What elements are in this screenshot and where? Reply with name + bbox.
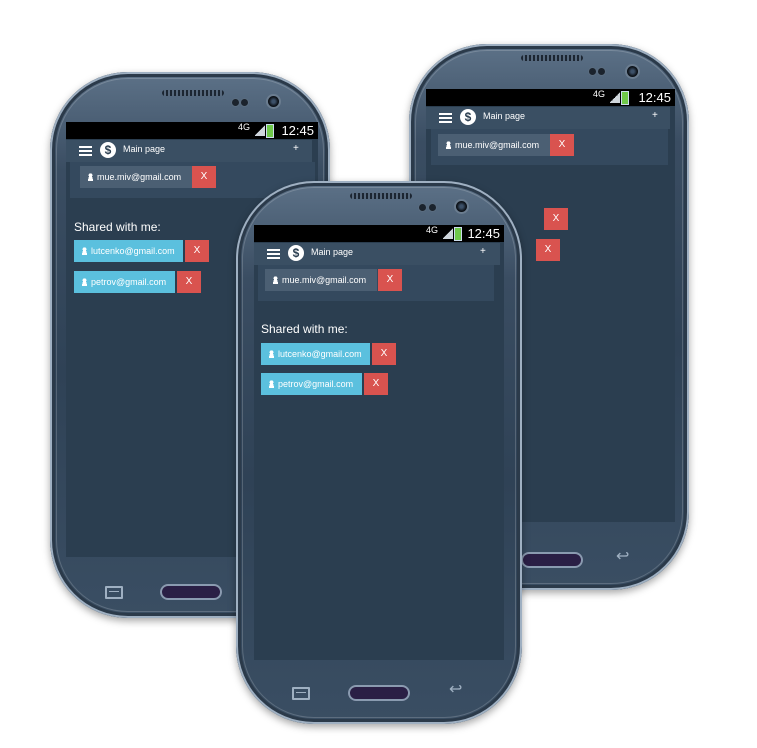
hamburger-icon[interactable] [79, 146, 92, 156]
network-indicator: 4G [425, 225, 438, 235]
shared-email: petrov@gmail.com [278, 379, 354, 389]
owned-email: mue.miv@gmail.com [282, 275, 367, 285]
screen: 4G 12:45 $ Main page + mue.miv@gmail.com… [254, 225, 504, 660]
navbar: $ Main page + [426, 107, 670, 129]
battery-icon [266, 124, 274, 138]
shared-remove-button[interactable]: X [544, 208, 568, 230]
battery-icon [454, 227, 462, 241]
navbar: $ Main page + [66, 140, 312, 162]
owned-remove-button[interactable]: X [550, 134, 574, 156]
owned-email: mue.miv@gmail.com [97, 172, 182, 182]
clock: 12:45 [281, 123, 314, 138]
plus-icon[interactable]: + [480, 246, 486, 257]
back-icon[interactable]: ↩ [449, 679, 462, 699]
person-icon [268, 350, 275, 358]
navbar: $ Main page + [254, 243, 500, 265]
hamburger-icon[interactable] [267, 249, 280, 259]
owned-email-chip[interactable]: mue.miv@gmail.com [265, 269, 377, 291]
dollar-icon[interactable]: $ [100, 142, 116, 158]
person-icon [272, 276, 279, 284]
signal-icon [443, 228, 453, 239]
person-icon [445, 141, 452, 149]
dollar-icon[interactable]: $ [460, 109, 476, 125]
nav-title[interactable]: Main page [123, 144, 165, 154]
phone-front: 4G 12:45 $ Main page + mue.miv@gmail.com… [236, 181, 522, 724]
plus-icon[interactable]: + [293, 143, 299, 154]
front-camera [268, 96, 279, 107]
menu-key-icon[interactable] [105, 586, 123, 599]
shared-remove-button[interactable]: X [177, 271, 201, 293]
shared-title: Shared with me: [74, 220, 161, 234]
owned-email-chip[interactable]: mue.miv@gmail.com [80, 166, 192, 188]
shared-remove-button[interactable]: X [185, 240, 209, 262]
person-icon [268, 380, 275, 388]
person-icon [81, 278, 88, 286]
light-sensor [241, 99, 248, 106]
proximity-sensor [419, 204, 426, 211]
home-key[interactable] [160, 584, 222, 600]
shared-email: lutcenko@gmail.com [91, 246, 175, 256]
status-bar: 4G 12:45 [254, 225, 504, 242]
shared-email-chip[interactable]: petrov@gmail.com [74, 271, 175, 293]
back-icon[interactable]: ↩ [616, 546, 629, 566]
owned-remove-button[interactable]: X [378, 269, 402, 291]
light-sensor [598, 68, 605, 75]
shared-remove-button[interactable]: X [536, 239, 560, 261]
shared-email-chip[interactable]: lutcenko@gmail.com [261, 343, 370, 365]
person-icon [87, 173, 94, 181]
home-key[interactable] [348, 685, 410, 701]
plus-icon[interactable]: + [652, 110, 658, 121]
clock: 12:45 [638, 90, 671, 105]
shared-email-chip[interactable]: lutcenko@gmail.com [74, 240, 183, 262]
shared-title: Shared with me: [261, 322, 348, 336]
shared-email: lutcenko@gmail.com [278, 349, 362, 359]
proximity-sensor [232, 99, 239, 106]
nav-title[interactable]: Main page [483, 111, 525, 121]
shared-email-chip[interactable]: petrov@gmail.com [261, 373, 362, 395]
hamburger-icon[interactable] [439, 113, 452, 123]
earpiece-speaker [350, 193, 412, 199]
menu-key-icon[interactable] [292, 687, 310, 700]
shared-remove-button[interactable]: X [372, 343, 396, 365]
front-camera [627, 66, 638, 77]
shared-email: petrov@gmail.com [91, 277, 167, 287]
battery-icon [621, 91, 629, 105]
owned-remove-button[interactable]: X [192, 166, 216, 188]
front-camera [456, 201, 467, 212]
earpiece-speaker [521, 55, 583, 61]
shared-remove-button[interactable]: X [364, 373, 388, 395]
owned-email-chip[interactable]: mue.miv@gmail.com [438, 134, 550, 156]
dollar-icon[interactable]: $ [288, 245, 304, 261]
home-key[interactable] [521, 552, 583, 568]
signal-icon [610, 92, 620, 103]
status-bar: 4G 12:45 [426, 89, 675, 106]
proximity-sensor [589, 68, 596, 75]
clock: 12:45 [467, 226, 500, 241]
owned-email: mue.miv@gmail.com [455, 140, 540, 150]
nav-title[interactable]: Main page [311, 247, 353, 257]
network-indicator: 4G [237, 122, 250, 132]
signal-icon [255, 125, 265, 136]
network-indicator: 4G [592, 89, 605, 99]
earpiece-speaker [162, 90, 224, 96]
light-sensor [429, 204, 436, 211]
status-bar: 4G 12:45 [66, 122, 318, 139]
person-icon [81, 247, 88, 255]
